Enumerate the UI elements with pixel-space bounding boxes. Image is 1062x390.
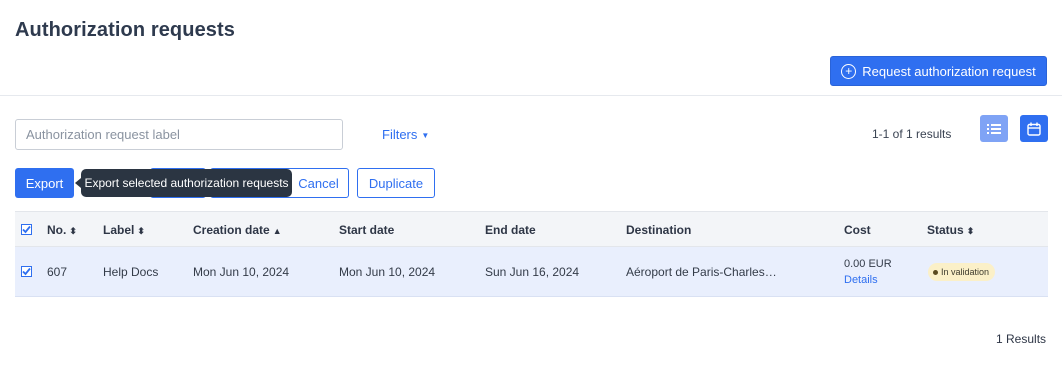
cost-details-link[interactable]: Details [844, 274, 878, 286]
header-label[interactable]: Label ⬍ [103, 223, 145, 237]
duplicate-button[interactable]: Duplicate [357, 168, 435, 198]
cancel-label: Cancel [298, 175, 339, 191]
calendar-icon [1027, 122, 1041, 136]
header-divider [0, 95, 1062, 96]
header-status[interactable]: Status ⬍ [927, 223, 974, 237]
checkmark-icon [22, 225, 31, 234]
checkmark-icon [22, 267, 31, 276]
header-start-date: Start date [339, 223, 395, 237]
sort-asc-icon: ▲ [272, 226, 282, 236]
table-header: No. ⬍ Label ⬍ Creation date ▲ Start date En… [15, 211, 1048, 247]
filters-label: Filters [382, 127, 418, 142]
cancel-button[interactable]: Cancel [284, 168, 349, 198]
table-row[interactable]: 607 Help Docs Mon Jun 10, 2024 Mon Jun 1… [15, 247, 1048, 297]
request-authorization-button[interactable]: + Request authorization request [830, 56, 1047, 86]
status-dot-icon [933, 269, 938, 275]
sort-icon: ⬍ [137, 226, 145, 236]
page-title: Authorization requests [15, 19, 235, 41]
status-badge: In validation [928, 263, 996, 281]
header-end-date: End date [485, 223, 536, 237]
cell-cost: 0.00 EUR [844, 258, 892, 270]
filters-dropdown[interactable]: Filters ▼ [382, 127, 429, 142]
footer-results: 1 Results [996, 332, 1047, 346]
calendar-view-button[interactable] [1020, 115, 1048, 142]
authorization-requests-table: No. ⬍ Label ⬍ Creation date ▲ Start date En… [15, 211, 1048, 297]
cell-start-date: Mon Jun 10, 2024 [339, 265, 436, 279]
export-tooltip: Export selected authorization requests [75, 169, 292, 197]
request-authorization-label: Request authorization request [862, 63, 1036, 79]
header-destination: Destination [626, 223, 692, 237]
row-checkbox[interactable] [21, 266, 32, 277]
header-creation-date[interactable]: Creation date ▲ [193, 223, 282, 237]
sort-icon: ⬍ [69, 226, 77, 236]
plus-circle-icon: + [841, 63, 857, 79]
list-view-button[interactable] [980, 115, 1008, 142]
status-label: In validation [941, 267, 990, 277]
cell-no: 607 [47, 265, 68, 279]
cell-destination: Aéroport de Paris-Charles… [626, 265, 777, 279]
search-input[interactable] [15, 119, 343, 150]
results-count: 1-1 of 1 results [872, 127, 952, 141]
header-cost: Cost [844, 223, 871, 237]
cell-end-date: Sun Jun 16, 2024 [485, 265, 580, 279]
list-view-icon [987, 123, 1001, 134]
sort-icon: ⬍ [966, 226, 975, 236]
header-no[interactable]: No. ⬍ [47, 223, 77, 237]
chevron-down-icon: ▼ [421, 131, 430, 140]
export-button[interactable]: Export [15, 168, 74, 198]
cell-creation-date: Mon Jun 10, 2024 [193, 265, 290, 279]
select-all-checkbox[interactable] [21, 224, 32, 235]
cell-label: Help Docs [103, 265, 159, 279]
